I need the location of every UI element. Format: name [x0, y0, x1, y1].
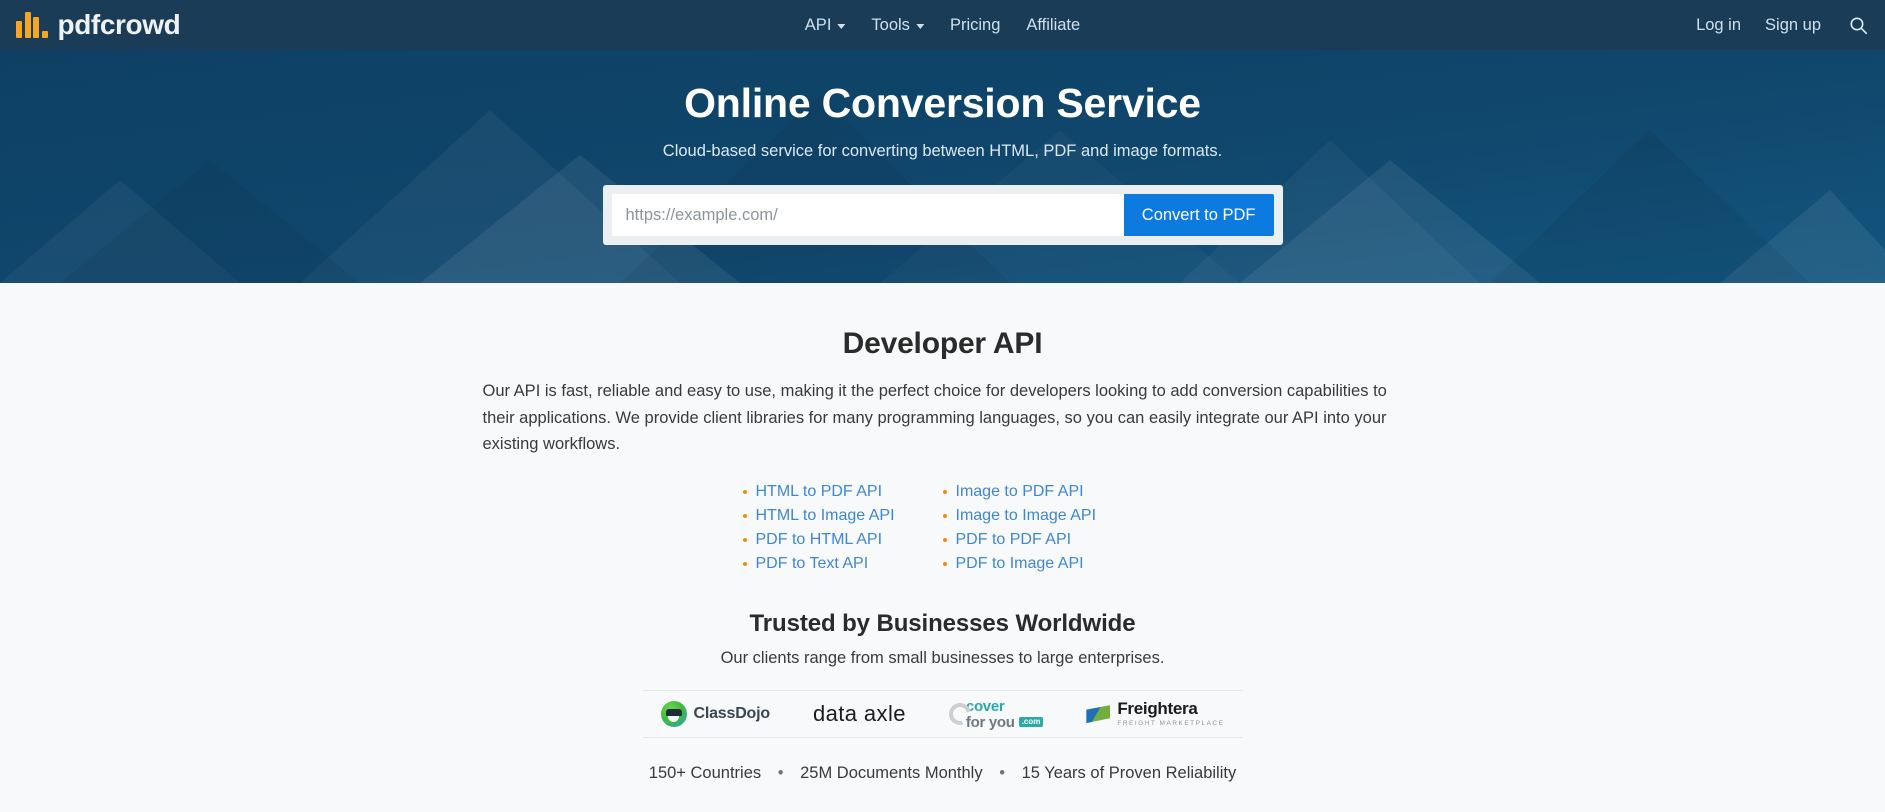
nav-item-affiliate-label: Affiliate — [1026, 15, 1081, 34]
page-title: Online Conversion Service — [684, 80, 1201, 126]
list-item: Image to Image API — [942, 504, 1143, 528]
stat-countries: 150+ Countries — [648, 764, 762, 783]
content-container: Developer API Our API is fast, reliable … — [483, 327, 1403, 783]
api-links-list: HTML to PDF API Image to PDF API HTML to… — [483, 480, 1403, 576]
bullet-icon — [742, 490, 747, 495]
api-link-pdf-to-pdf[interactable]: PDF to PDF API — [956, 531, 1072, 549]
hero-subtitle: Cloud-based service for converting betwe… — [662, 142, 1223, 161]
convert-form: Convert to PDF — [611, 194, 1274, 237]
classdojo-monster-icon — [660, 701, 687, 728]
list-item: PDF to Text API — [742, 552, 943, 576]
nav-item-tools-label: Tools — [871, 15, 910, 34]
bullet-icon — [942, 538, 947, 543]
api-link-html-to-image[interactable]: HTML to Image API — [756, 507, 895, 525]
bullet-icon — [742, 514, 747, 519]
url-input[interactable] — [611, 194, 1124, 237]
freightera-tagline: FREIGHT MARKETPLACE — [1117, 720, 1225, 728]
brand-name: pdfcrowd — [57, 9, 181, 40]
list-item: PDF to HTML API — [742, 528, 943, 552]
chevron-down-icon — [837, 23, 846, 29]
coverforyou-line2-text: for you — [965, 713, 1015, 731]
nav-item-api-label: API — [804, 15, 832, 34]
nav-item-pricing-label: Pricing — [949, 15, 1001, 34]
developer-api-description: Our API is fast, reliable and easy to us… — [482, 382, 1387, 454]
top-navbar: pdfcrowd API Tools Pricing Affiliate Log… — [0, 0, 1885, 50]
api-link-pdf-to-html[interactable]: PDF to HTML API — [756, 531, 883, 549]
api-link-pdf-to-image[interactable]: PDF to Image API — [956, 555, 1084, 573]
stat-separator: • — [999, 764, 1005, 783]
stats-line: 150+ Countries • 25M Documents Monthly •… — [483, 764, 1403, 783]
bullet-icon — [942, 490, 947, 495]
api-link-html-to-pdf[interactable]: HTML to PDF API — [756, 483, 883, 501]
freightera-arrow-icon — [1086, 705, 1111, 724]
stat-separator: • — [777, 764, 784, 783]
api-link-image-to-pdf[interactable]: Image to PDF API — [956, 483, 1084, 501]
primary-nav: API Tools Pricing Affiliate — [805, 0, 1080, 50]
classdojo-label: ClassDojo — [693, 705, 771, 723]
brand-logo-link[interactable]: pdfcrowd — [16, 9, 181, 40]
client-logo-strip: ClassDojo data axle cover for you .com F… — [642, 690, 1243, 739]
freightera-name: Freightera — [1117, 699, 1198, 719]
list-item: PDF to Image API — [942, 552, 1143, 576]
chevron-down-icon — [915, 23, 924, 29]
trusted-subtitle: Our clients range from small businesses … — [720, 649, 1165, 668]
coverforyou-line2: for you .com — [965, 713, 1044, 731]
bullet-icon — [742, 538, 747, 543]
list-item: HTML to Image API — [742, 504, 943, 528]
api-link-pdf-to-text[interactable]: PDF to Text API — [756, 555, 869, 573]
nav-item-affiliate[interactable]: Affiliate — [1026, 16, 1080, 35]
bullet-icon — [942, 562, 947, 567]
trusted-heading: Trusted by Businesses Worldwide — [749, 610, 1136, 638]
hero-section: Online Conversion Service Cloud-based se… — [0, 50, 1885, 283]
nav-item-tools[interactable]: Tools — [871, 16, 924, 35]
data-axle-label: data axle — [812, 701, 906, 727]
client-logo-classdojo: ClassDojo — [660, 701, 771, 728]
client-logo-freightera: Freightera FREIGHT MARKETPLACE — [1086, 700, 1224, 728]
list-item: HTML to PDF API — [742, 480, 943, 504]
nav-item-api[interactable]: API — [805, 16, 846, 35]
hero-content: Online Conversion Service Cloud-based se… — [0, 50, 1885, 246]
coverforyou-line1: cover — [965, 697, 1005, 715]
convert-to-pdf-button[interactable]: Convert to PDF — [1123, 194, 1274, 237]
coverforyou-wordmark: cover for you .com — [965, 697, 1044, 731]
nav-item-pricing[interactable]: Pricing — [950, 16, 1000, 35]
list-item: PDF to PDF API — [942, 528, 1143, 552]
stat-reliability: 15 Years of Proven Reliability — [1021, 764, 1237, 783]
client-logo-coverforyou: cover for you .com — [944, 697, 1044, 731]
convert-form-panel: Convert to PDF — [602, 185, 1283, 246]
stat-documents: 25M Documents Monthly — [800, 764, 983, 783]
client-logo-data-axle: data axle — [813, 701, 906, 727]
api-link-image-to-image[interactable]: Image to Image API — [956, 507, 1097, 525]
coverforyou-com-badge: .com — [1018, 717, 1044, 728]
freightera-wordmark: Freightera FREIGHT MARKETPLACE — [1117, 700, 1224, 728]
pdfcrowd-bars-icon — [16, 12, 48, 38]
nav-account-area: Log in Sign up — [1696, 12, 1871, 38]
bullet-icon — [942, 514, 947, 519]
bullet-icon — [742, 562, 747, 567]
list-item: Image to PDF API — [942, 480, 1143, 504]
search-icon[interactable] — [1845, 12, 1871, 38]
signup-link[interactable]: Sign up — [1765, 16, 1821, 35]
login-link[interactable]: Log in — [1696, 16, 1741, 35]
main-content: Developer API Our API is fast, reliable … — [0, 283, 1885, 812]
developer-api-heading: Developer API — [842, 327, 1043, 360]
